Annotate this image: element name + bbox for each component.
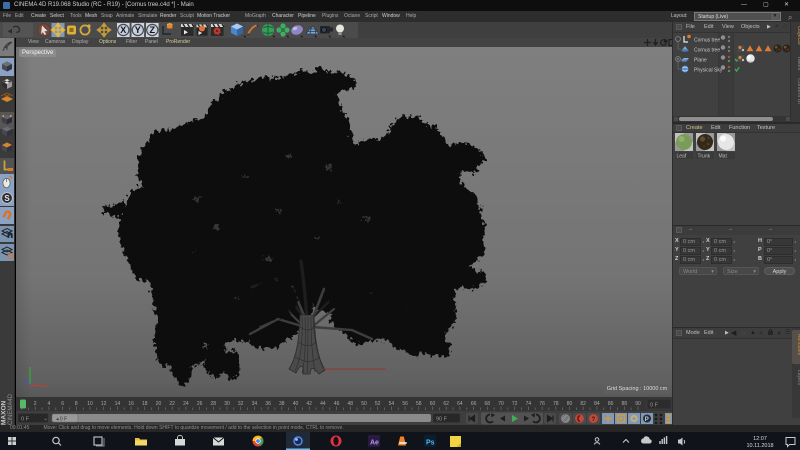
svg-text:86: 86	[608, 401, 614, 407]
svg-text:Z: Z	[150, 25, 156, 35]
svg-text:72: 72	[512, 401, 518, 407]
svg-text:Y: Y	[135, 25, 141, 35]
svg-text:78: 78	[553, 401, 559, 407]
svg-text:X: X	[120, 25, 126, 35]
svg-text:44: 44	[320, 401, 326, 407]
svg-text:Leaf: Leaf	[677, 154, 687, 160]
svg-text:62: 62	[443, 401, 449, 407]
svg-text:52: 52	[375, 401, 381, 407]
svg-text:68: 68	[485, 401, 491, 407]
svg-text:84: 84	[594, 401, 600, 407]
svg-text:26: 26	[197, 401, 203, 407]
svg-text:38: 38	[279, 401, 285, 407]
svg-text:24: 24	[183, 401, 189, 407]
svg-text:90 F: 90 F	[436, 417, 448, 423]
svg-text:Physical Sky: Physical Sky	[694, 68, 723, 74]
svg-text:60: 60	[430, 401, 436, 407]
svg-text:42: 42	[306, 401, 312, 407]
svg-text:2: 2	[34, 401, 37, 407]
svg-text:70: 70	[498, 401, 504, 407]
svg-text:0 F: 0 F	[650, 403, 659, 409]
svg-text:14: 14	[115, 401, 121, 407]
svg-text:76: 76	[539, 401, 545, 407]
svg-text:6: 6	[61, 401, 64, 407]
svg-text:Objects: Objects	[796, 26, 800, 45]
svg-text:54: 54	[389, 401, 395, 407]
svg-text:74: 74	[526, 401, 532, 407]
svg-text:18: 18	[142, 401, 148, 407]
svg-text:0 F: 0 F	[21, 417, 30, 423]
svg-text:12:07: 12:07	[753, 436, 767, 442]
svg-text:MAXON: MAXON	[1, 401, 8, 426]
svg-text:16: 16	[128, 401, 134, 407]
svg-text:80: 80	[567, 401, 573, 407]
svg-text:CINEMA4D: CINEMA4D	[8, 393, 14, 425]
svg-text:8: 8	[75, 401, 78, 407]
svg-text:56: 56	[402, 401, 408, 407]
svg-text:28: 28	[211, 401, 217, 407]
svg-text:90: 90	[635, 401, 641, 407]
svg-text:66: 66	[471, 401, 477, 407]
svg-text:12: 12	[101, 401, 107, 407]
svg-text:48: 48	[348, 401, 354, 407]
svg-text:P: P	[645, 417, 649, 423]
svg-text:Ps: Ps	[426, 440, 435, 447]
svg-text:Ae: Ae	[370, 440, 379, 447]
svg-text:50: 50	[361, 401, 367, 407]
svg-text:34: 34	[252, 401, 258, 407]
svg-text:22: 22	[169, 401, 175, 407]
svg-text:88: 88	[622, 401, 628, 407]
svg-text:Mat: Mat	[719, 154, 728, 160]
svg-text:Cornus tree: Cornus tree	[694, 38, 720, 44]
svg-text:Layers: Layers	[796, 370, 800, 386]
svg-text:10: 10	[87, 401, 93, 407]
svg-text:Attributes: Attributes	[796, 334, 800, 356]
svg-text:58: 58	[416, 401, 422, 407]
svg-text:Trunk: Trunk	[698, 154, 711, 160]
svg-text:64: 64	[457, 401, 463, 407]
svg-text:10.11.2018: 10.11.2018	[746, 443, 773, 449]
svg-text:4: 4	[48, 401, 51, 407]
svg-text:36: 36	[265, 401, 271, 407]
svg-text:46: 46	[334, 401, 340, 407]
svg-text:32: 32	[238, 401, 244, 407]
svg-text:Content Br: Content Br	[796, 78, 800, 104]
svg-text:Plane: Plane	[694, 58, 707, 64]
svg-text:Takes: Takes	[796, 56, 800, 71]
svg-text:30: 30	[224, 401, 230, 407]
svg-text:20: 20	[156, 401, 162, 407]
svg-text:?: ?	[592, 417, 596, 423]
svg-text:Cornus tree: Cornus tree	[694, 48, 720, 54]
svg-text:◂ 0 F: ◂ 0 F	[56, 416, 67, 422]
svg-text:40: 40	[293, 401, 299, 407]
svg-text:S: S	[4, 194, 10, 203]
svg-text:82: 82	[580, 401, 586, 407]
